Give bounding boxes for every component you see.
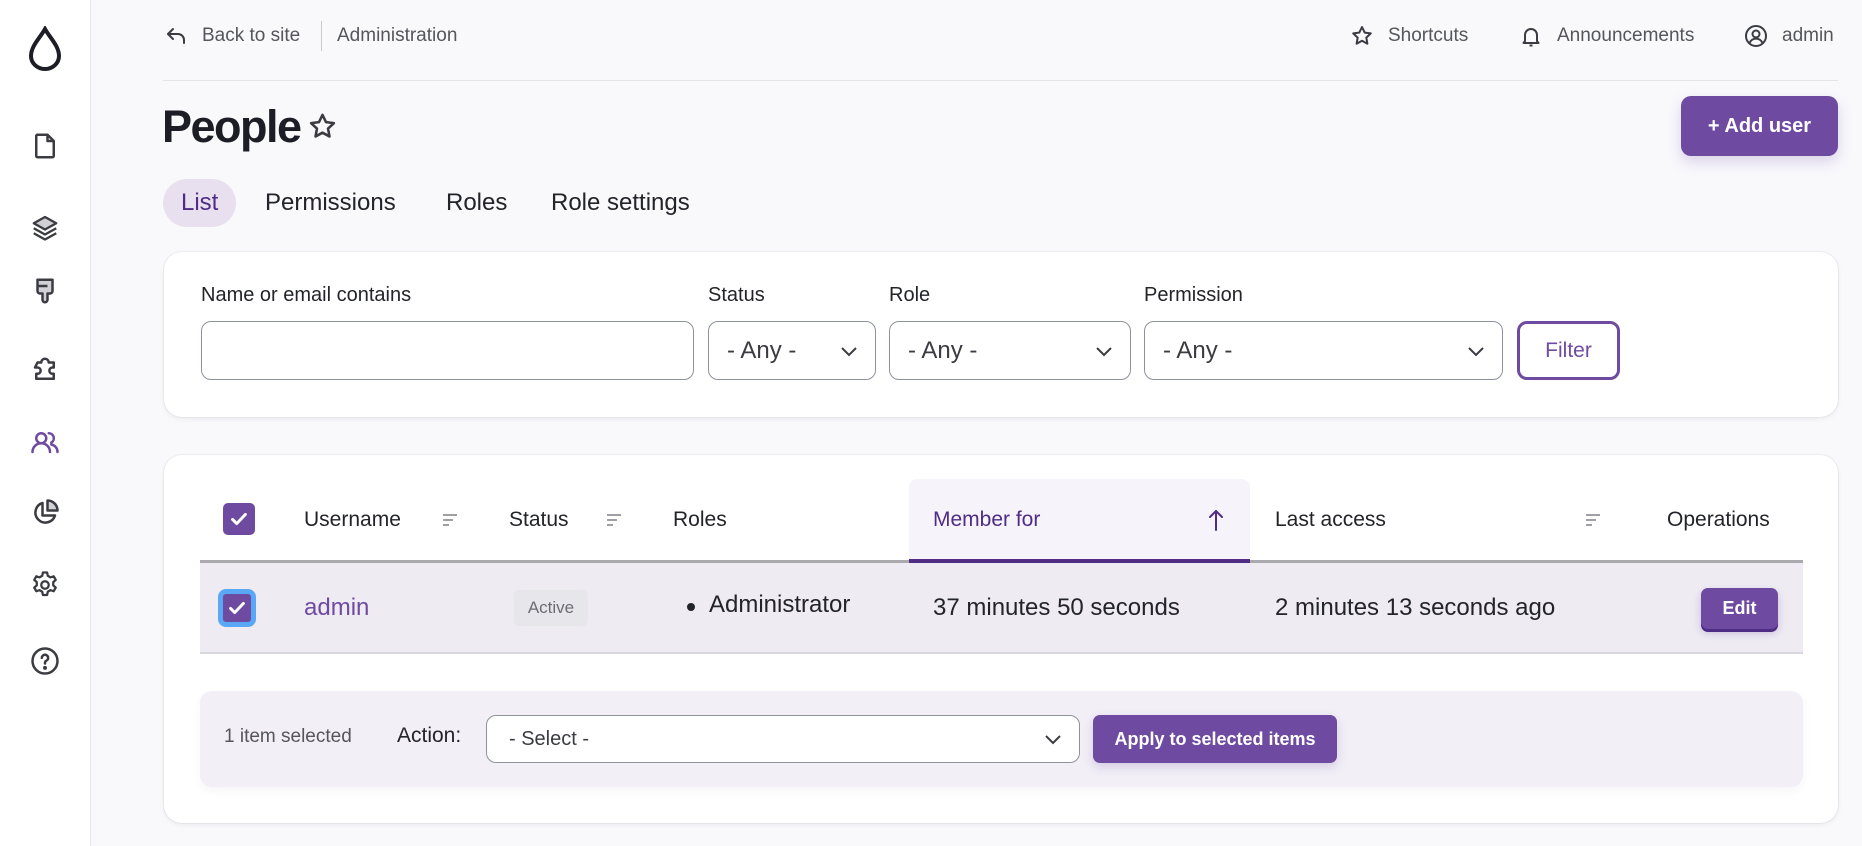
column-header-operations: Operations: [1667, 506, 1770, 534]
back-arrow-icon: [167, 28, 185, 44]
status-header-label: Status: [509, 508, 569, 531]
action-select[interactable]: - Select -: [486, 715, 1080, 763]
tab-role-settings[interactable]: Role settings: [533, 179, 708, 227]
selected-count: 1 item selected: [224, 726, 352, 747]
last-access-header-label: Last access: [1275, 508, 1386, 531]
checkmark-icon: [231, 512, 247, 526]
role-select[interactable]: - Any -: [889, 321, 1131, 380]
back-to-site-label: Back to site: [202, 25, 301, 46]
arrow-up-icon[interactable]: [1205, 506, 1227, 534]
column-header-last-access[interactable]: Last access: [1275, 506, 1386, 534]
user-label: admin: [1782, 25, 1834, 46]
tab-list[interactable]: List: [163, 179, 237, 227]
header-divider: [163, 80, 1838, 81]
sidebar-item-structure[interactable]: [25, 207, 65, 247]
username-link[interactable]: admin: [304, 593, 369, 623]
shortcuts-label: Shortcuts: [1388, 25, 1469, 46]
column-header-member-for[interactable]: Member for: [933, 506, 1040, 534]
action-label: Action:: [397, 724, 462, 747]
select-all-checkbox[interactable]: [223, 503, 255, 535]
help-icon: [31, 647, 59, 675]
sort-icon[interactable]: [604, 510, 624, 530]
last-access-value: 2 minutes 13 seconds ago: [1275, 594, 1556, 621]
sidebar-item-help[interactable]: [25, 641, 65, 681]
breadcrumb-administration[interactable]: Administration: [337, 22, 457, 50]
breadcrumb-label: Administration: [337, 25, 458, 46]
people-icon: [31, 431, 59, 454]
column-header-status[interactable]: Status: [509, 506, 569, 534]
sidebar-item-people[interactable]: [25, 422, 65, 462]
shortcuts-link[interactable]: Shortcuts: [1350, 22, 1468, 50]
member-for-value: 37 minutes 50 seconds: [933, 594, 1180, 621]
edit-button[interactable]: Edit: [1701, 588, 1778, 629]
list-bullet: [687, 603, 695, 611]
column-header-roles: Roles: [673, 506, 727, 534]
drupal-logo-icon[interactable]: [20, 22, 70, 76]
puzzle-icon: [33, 357, 55, 380]
sidebar-item-content[interactable]: [25, 126, 65, 166]
row-select-checkbox[interactable]: [221, 592, 253, 624]
announcements-link[interactable]: Announcements: [1519, 22, 1694, 50]
chevron-down-icon: [1045, 735, 1061, 745]
paintbrush-icon: [36, 278, 54, 304]
status-select-value: - Any -: [727, 336, 797, 364]
sidebar-item-reports[interactable]: [25, 493, 65, 533]
sidebar-item-appearance[interactable]: [25, 271, 65, 311]
tab-permissions[interactable]: Permissions: [247, 179, 414, 227]
checkmark-icon: [229, 601, 245, 615]
status-badge: Active: [514, 590, 588, 626]
role-item: Administrator: [709, 591, 851, 618]
chevron-down-icon: [1468, 346, 1484, 356]
layers-icon: [32, 215, 58, 241]
action-select-value: - Select -: [509, 727, 590, 750]
sidebar-item-extend[interactable]: [25, 350, 65, 390]
permission-select-value: - Any -: [1163, 336, 1233, 364]
add-to-shortcuts-star-icon[interactable]: [307, 111, 338, 142]
permission-filter-label: Permission: [1144, 284, 1243, 306]
add-user-button[interactable]: + Add user: [1681, 96, 1838, 156]
column-header-username[interactable]: Username: [304, 506, 401, 534]
sort-icon[interactable]: [1583, 510, 1603, 530]
user-circle-icon: [1745, 25, 1767, 47]
role-filter-label: Role: [889, 284, 931, 306]
user-menu[interactable]: admin: [1744, 22, 1834, 50]
chevron-down-icon: [1096, 346, 1112, 356]
operations-header-label: Operations: [1667, 508, 1770, 531]
name-filter-label: Name or email contains: [201, 284, 412, 306]
member-for-header-label: Member for: [933, 508, 1041, 531]
document-icon: [35, 133, 55, 159]
announcements-label: Announcements: [1557, 25, 1695, 46]
roles-header-label: Roles: [673, 508, 727, 531]
username-header-label: Username: [304, 508, 401, 531]
sort-icon[interactable]: [440, 510, 460, 530]
gear-icon: [33, 571, 57, 597]
status-select[interactable]: - Any -: [708, 321, 876, 380]
admin-sidebar: [0, 0, 91, 846]
sidebar-item-configuration[interactable]: [25, 565, 65, 605]
role-select-value: - Any -: [908, 336, 978, 364]
back-to-site-link[interactable]: Back to site: [164, 22, 300, 50]
filter-button[interactable]: Filter: [1517, 321, 1620, 380]
permission-select[interactable]: - Any -: [1144, 321, 1503, 380]
status-filter-label: Status: [708, 284, 765, 306]
pie-chart-icon: [34, 499, 59, 524]
bell-icon: [1522, 28, 1540, 47]
apply-to-selected-button[interactable]: Apply to selected items: [1093, 715, 1337, 763]
name-email-input[interactable]: [201, 321, 694, 380]
chevron-down-icon: [841, 346, 857, 356]
nav-divider: [321, 21, 322, 51]
star-icon: [1352, 26, 1372, 45]
tab-roles[interactable]: Roles: [428, 179, 525, 227]
page-title: People: [162, 101, 302, 152]
